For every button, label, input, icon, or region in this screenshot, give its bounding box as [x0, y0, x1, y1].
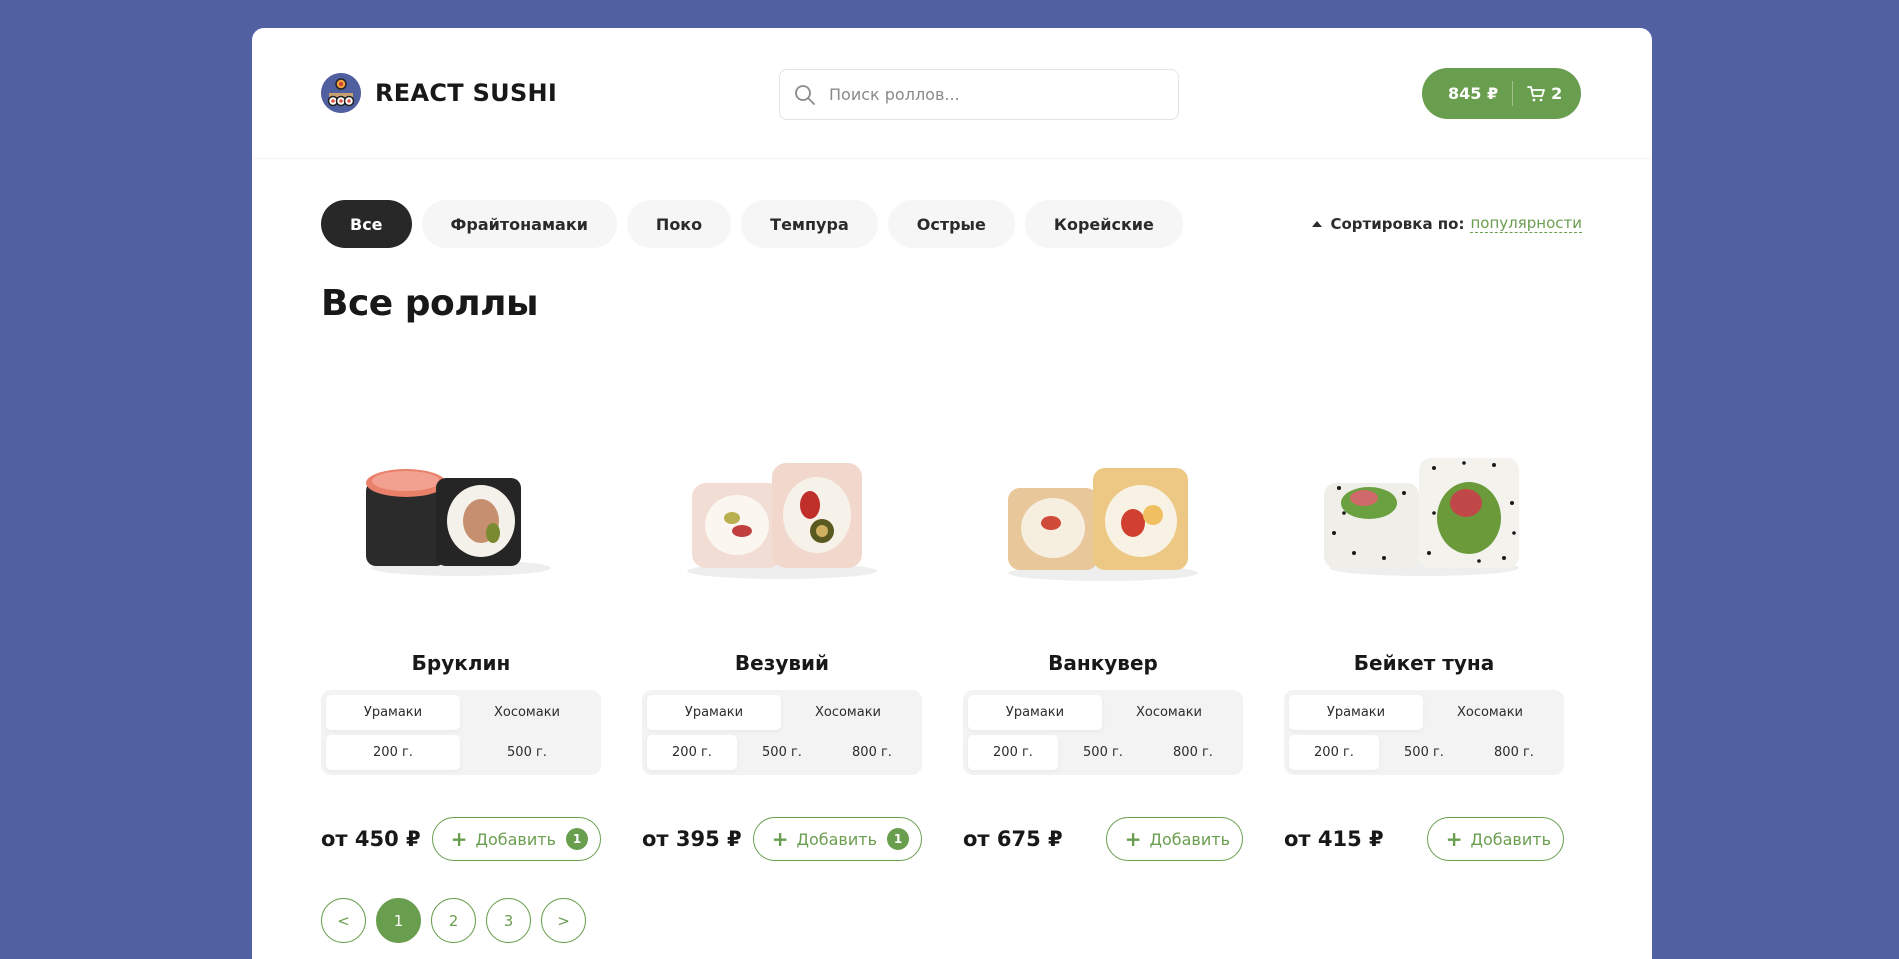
pagination: < 1 2 3 > — [321, 898, 586, 943]
size-options: 200 г. 500 г. 800 г. — [968, 735, 1238, 770]
size-option[interactable]: 800 г. — [1469, 735, 1559, 770]
search-icon — [795, 85, 815, 105]
product-footer: от 675 ₽ + Добавить — [963, 817, 1243, 861]
type-option[interactable]: Урамаки — [326, 695, 460, 730]
product-image — [366, 469, 551, 576]
size-option[interactable]: 500 г. — [460, 735, 594, 770]
size-option[interactable]: 200 г. — [326, 735, 460, 770]
pagination-page[interactable]: 3 — [486, 898, 531, 943]
size-option[interactable]: 500 г. — [737, 735, 827, 770]
search-input[interactable] — [829, 85, 1159, 104]
sort-arrow-up-icon — [1312, 220, 1323, 227]
size-option[interactable]: 500 г. — [1058, 735, 1148, 770]
category-poko[interactable]: Поко — [626, 200, 732, 248]
pagination-next-button[interactable]: > — [541, 898, 586, 943]
product-image — [1008, 468, 1198, 581]
type-options: Урамаки Хосомаки — [326, 695, 596, 730]
size-option[interactable]: 500 г. — [1379, 735, 1469, 770]
category-spicy[interactable]: Острые — [887, 200, 1015, 248]
category-korean[interactable]: Корейские — [1024, 200, 1183, 248]
size-option[interactable]: 200 г. — [647, 735, 737, 770]
product-name: Бруклин — [411, 651, 511, 675]
pagination-page[interactable]: 2 — [431, 898, 476, 943]
plus-icon: + — [450, 827, 468, 851]
product-card: Везувий Урамаки Хосомаки 200 г. 500 г. 8… — [642, 383, 922, 863]
size-option[interactable]: 800 г. — [827, 735, 917, 770]
product-card: Ванкувер Урамаки Хосомаки 200 г. 500 г. … — [963, 383, 1243, 863]
product-name: Ванкувер — [1048, 651, 1158, 675]
plus-icon: + — [1124, 827, 1142, 851]
type-option[interactable]: Урамаки — [647, 695, 781, 730]
add-button[interactable]: + Добавить — [1426, 817, 1564, 861]
logo-sushi-icon — [321, 73, 361, 113]
product-footer: от 450 ₽ + Добавить 1 — [321, 817, 601, 861]
app-container: REACT SUSHI 845 ₽ 2 Все Фрайтонамаки Пок… — [252, 28, 1652, 959]
product-name: Везувий — [734, 651, 830, 675]
size-option[interactable]: 200 г. — [1289, 735, 1379, 770]
product-price: от 450 ₽ — [321, 827, 421, 851]
sort-dropdown[interactable]: популярности — [1470, 214, 1582, 233]
product-image — [687, 463, 877, 579]
added-count-badge: 1 — [566, 828, 588, 850]
product-card: Бруклин Урамаки Хосомаки 200 г. 500 г. о… — [321, 383, 601, 863]
add-button-label: Добавить — [475, 829, 556, 849]
size-options: 200 г. 500 г. 800 г. — [1289, 735, 1559, 770]
product-price: от 675 ₽ — [963, 827, 1063, 851]
products-grid: Бруклин Урамаки Хосомаки 200 г. 500 г. о… — [321, 383, 1564, 863]
logo-title: REACT SUSHI — [375, 79, 558, 107]
product-selector: Урамаки Хосомаки 200 г. 500 г. — [321, 690, 601, 775]
type-option[interactable]: Хосомаки — [460, 695, 594, 730]
add-button[interactable]: + Добавить 1 — [752, 817, 922, 861]
category-tempura[interactable]: Темпура — [741, 200, 878, 248]
sort-label: Сортировка по: — [1330, 214, 1465, 233]
search-box[interactable] — [779, 69, 1179, 120]
category-all[interactable]: Все — [321, 200, 412, 248]
product-name: Бейкет туна — [1353, 651, 1495, 675]
size-option[interactable]: 800 г. — [1148, 735, 1238, 770]
product-price: от 415 ₽ — [1284, 827, 1384, 851]
plus-icon: + — [1445, 827, 1463, 851]
product-selector: Урамаки Хосомаки 200 г. 500 г. 800 г. — [963, 690, 1243, 775]
add-button[interactable]: + Добавить 1 — [431, 817, 601, 861]
type-option[interactable]: Хосомаки — [1102, 695, 1236, 730]
product-footer: от 395 ₽ + Добавить 1 — [642, 817, 922, 861]
type-option[interactable]: Урамаки — [1289, 695, 1423, 730]
cart-count: 2 — [1551, 84, 1563, 103]
page-title: Все роллы — [321, 283, 539, 324]
add-button[interactable]: + Добавить — [1105, 817, 1243, 861]
logo[interactable]: REACT SUSHI — [321, 73, 557, 113]
pagination-prev-button[interactable]: < — [321, 898, 366, 943]
header: REACT SUSHI 845 ₽ 2 — [252, 28, 1652, 159]
categories-bar: Все Фрайтонамаки Поко Темпура Острые Кор… — [321, 200, 1183, 248]
category-fraitonamaki[interactable]: Фрайтонамаки — [421, 200, 617, 248]
type-option[interactable]: Хосомаки — [1423, 695, 1557, 730]
cart-icon — [1527, 85, 1546, 101]
add-button-label: Добавить — [1470, 829, 1551, 849]
cart-divider — [1512, 81, 1514, 106]
size-options: 200 г. 500 г. 800 г. — [647, 735, 917, 770]
type-options: Урамаки Хосомаки — [968, 695, 1238, 730]
added-count-badge: 1 — [887, 828, 909, 850]
size-options: 200 г. 500 г. — [326, 735, 596, 770]
type-option[interactable]: Хосомаки — [781, 695, 915, 730]
cart-total-price: 845 ₽ — [1448, 84, 1499, 103]
type-option[interactable]: Урамаки — [968, 695, 1102, 730]
add-button-label: Добавить — [796, 829, 877, 849]
cart-button[interactable]: 845 ₽ 2 — [1422, 68, 1581, 119]
size-option[interactable]: 200 г. — [968, 735, 1058, 770]
type-options: Урамаки Хосомаки — [1289, 695, 1559, 730]
add-button-label: Добавить — [1149, 829, 1230, 849]
product-price: от 395 ₽ — [642, 827, 742, 851]
plus-icon: + — [771, 827, 789, 851]
sort: Сортировка по: популярности — [1312, 214, 1582, 233]
pagination-page[interactable]: 1 — [376, 898, 421, 943]
product-selector: Урамаки Хосомаки 200 г. 500 г. 800 г. — [1284, 690, 1564, 775]
product-footer: от 415 ₽ + Добавить — [1284, 817, 1564, 861]
type-options: Урамаки Хосомаки — [647, 695, 917, 730]
product-image — [1324, 458, 1519, 576]
product-selector: Урамаки Хосомаки 200 г. 500 г. 800 г. — [642, 690, 922, 775]
product-card: Бейкет туна Урамаки Хосомаки 200 г. 500 … — [1284, 383, 1564, 863]
